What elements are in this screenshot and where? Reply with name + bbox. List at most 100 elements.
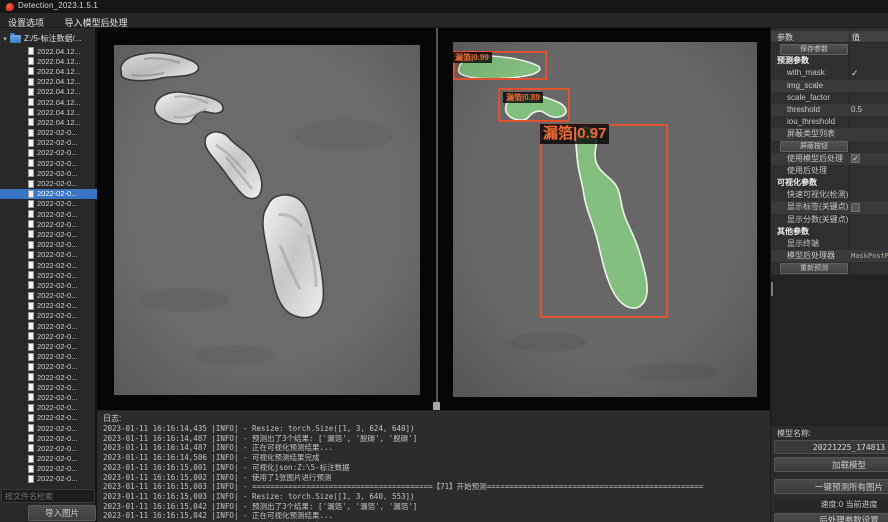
tree-item[interactable]: 2022-02-0... — [0, 128, 97, 138]
log-line: 2023-01-11 16:16:14,435 |INFO| - Resize:… — [103, 424, 770, 434]
params-button[interactable]: 重新预测 — [780, 263, 848, 274]
tree-item[interactable]: 2022-02-0... — [0, 311, 97, 321]
tree-item[interactable]: 2022-02-0... — [0, 392, 97, 402]
left-source-image — [114, 45, 420, 395]
tree-item[interactable]: 2022-02-0... — [0, 474, 97, 484]
tree-item-label: 2022-02-0... — [37, 383, 77, 392]
detection-label: 漏箔|0.97 — [540, 124, 609, 144]
tree-item[interactable]: 2022-02-0... — [0, 372, 97, 382]
tree-item[interactable]: 2022-02-0... — [0, 443, 97, 453]
file-icon — [28, 414, 34, 422]
tree-item[interactable]: 2022-02-0... — [0, 352, 97, 362]
tree-item[interactable]: 2022-02-0... — [0, 433, 97, 443]
params-row[interactable]: 快速可视化(检测) — [771, 189, 888, 201]
param-label: 显示终端 — [787, 239, 819, 248]
tree-item[interactable]: 2022-02-0... — [0, 250, 97, 260]
tree-item[interactable]: 2022.04.12... — [0, 97, 97, 107]
params-row[interactable]: 使用后处理 — [771, 165, 888, 177]
params-row[interactable]: img_scale — [771, 80, 888, 92]
params-row[interactable]: 显示分数(关键点) — [771, 214, 888, 226]
tree-item[interactable]: 2022-02-0... — [0, 138, 97, 148]
tree-item[interactable]: 2022.04.12... — [0, 46, 97, 56]
tree-item[interactable]: 2022-02-0... — [0, 403, 97, 413]
import-images-button[interactable]: 导入图片 — [28, 505, 96, 521]
tree-item[interactable]: 2022-02-0... — [0, 158, 97, 168]
tree-item-label: 2022.04.12... — [37, 47, 81, 56]
tree-item[interactable]: 2022-02-0... — [0, 178, 97, 188]
params-button[interactable]: 屏蔽按钮 — [780, 141, 848, 152]
params-row[interactable]: 显示终端 — [771, 238, 888, 250]
tree-item[interactable]: 2022-02-0... — [0, 301, 97, 311]
params-row[interactable]: with_mask✓ — [771, 67, 888, 79]
tree-item[interactable]: 2022-02-0... — [0, 168, 97, 178]
tree-item[interactable]: 2022.04.12... — [0, 87, 97, 97]
tree-item[interactable]: 2022-02-0... — [0, 321, 97, 331]
tree-item[interactable]: 2022-02-0... — [0, 280, 97, 290]
params-row[interactable]: 模型后处理器MaskPostPro — [771, 250, 888, 262]
file-icon — [28, 67, 34, 75]
detection-box — [540, 124, 668, 318]
tree-item-label: 2022-02-0... — [37, 179, 77, 188]
model-name-label: 模型名称: — [777, 428, 811, 439]
tree-item[interactable]: 2022-02-0... — [0, 382, 97, 392]
tree-item-label: 2022-02-0... — [37, 148, 77, 157]
tree-item-label: 2022-02-0... — [37, 342, 77, 351]
tree-item[interactable]: 2022.04.12... — [0, 117, 97, 127]
checkbox-checked-icon[interactable]: ✓ — [851, 154, 860, 163]
tree-item-label: 2022-02-0... — [37, 352, 77, 361]
tree-item-label: 2022-02-0... — [37, 189, 77, 198]
log-line: 2023-01-11 16:16:15,003 |INFO| - =======… — [103, 482, 770, 492]
search-input[interactable] — [1, 489, 95, 503]
tree-item-label: 2022-02-0... — [37, 250, 77, 259]
tree-item[interactable]: 2022-02-0... — [0, 331, 97, 341]
params-scrollbar[interactable] — [771, 282, 773, 296]
tree-item[interactable]: 2022.04.12... — [0, 107, 97, 117]
tree-item[interactable]: 2022-02-0... — [0, 423, 97, 433]
tree-item[interactable]: 2022-02-0... — [0, 464, 97, 474]
predict-all-button[interactable]: 一键预测所有图片 — [774, 479, 888, 494]
params-row[interactable]: scale_factor — [771, 92, 888, 104]
tree-item[interactable]: 2022-02-0... — [0, 148, 97, 158]
params-row[interactable]: 使用模型后处理✓ — [771, 153, 888, 165]
tree-item[interactable]: 2022-02-0... — [0, 413, 97, 423]
tree-item-label: 2022-02-0... — [37, 281, 77, 290]
tree-item[interactable]: 2022-02-0... — [0, 270, 97, 280]
tree-item[interactable]: 2022.04.12... — [0, 77, 97, 87]
tree-item[interactable]: 2022.04.12... — [0, 66, 97, 76]
tree-item[interactable]: 2022-02-0... — [0, 209, 97, 219]
tree-item[interactable]: 2022-02-0... — [0, 199, 97, 209]
tree-item[interactable]: 2022-02-0... — [0, 229, 97, 239]
file-icon — [28, 139, 34, 147]
tree-item[interactable]: 2022-02-0... — [0, 219, 97, 229]
file-icon — [28, 78, 34, 86]
file-icon — [28, 241, 34, 249]
model-name-field[interactable]: 20221225_174813 — [774, 440, 888, 454]
postprocess-settings-button[interactable]: 后处理参数设置 — [774, 513, 888, 522]
log-line: 2023-01-11 16:16:14,487 |INFO| - 预测出了3个结… — [103, 434, 770, 444]
tree-item-label: 2022-02-0... — [37, 474, 77, 483]
tree-item[interactable]: 2022-02-0... — [0, 260, 97, 270]
tree-item[interactable]: 2022-02-0... — [0, 362, 97, 372]
tree-root-folder[interactable]: ▾ Z:/5-标注数据/... — [0, 33, 97, 44]
param-label: scale_factor — [787, 93, 830, 102]
tree-item[interactable]: 2022-02-0... — [0, 189, 97, 199]
load-model-button[interactable]: 加载模型 — [774, 457, 888, 472]
params-button[interactable]: 保存参数 — [780, 44, 848, 55]
tree-item[interactable]: 2022-02-0... — [0, 454, 97, 464]
tree-item[interactable]: 2022-02-0... — [0, 341, 97, 351]
params-row[interactable]: 屏蔽类型列表 — [771, 128, 888, 140]
file-tree-panel: ▾ Z:/5-标注数据/... 2022.04.12...2022.04.12.… — [0, 28, 97, 522]
expand-arrow-icon[interactable]: ▾ — [0, 35, 10, 43]
tree-item[interactable]: 2022-02-0... — [0, 240, 97, 250]
params-row[interactable]: threshold0.5 — [771, 104, 888, 116]
tree-item[interactable]: 2022-02-0... — [0, 291, 97, 301]
param-label: 屏蔽类型列表 — [787, 129, 835, 138]
params-row[interactable]: iou_threshold — [771, 116, 888, 128]
params-button-row: 重新预测 — [771, 262, 888, 274]
checkbox-empty-icon[interactable] — [851, 203, 860, 212]
params-row[interactable]: 显示标签(关键点) — [771, 201, 888, 213]
file-icon — [28, 292, 34, 300]
tree-item[interactable]: 2022.04.12... — [0, 56, 97, 66]
image-splitter[interactable] — [436, 28, 438, 410]
file-icon — [28, 444, 34, 452]
